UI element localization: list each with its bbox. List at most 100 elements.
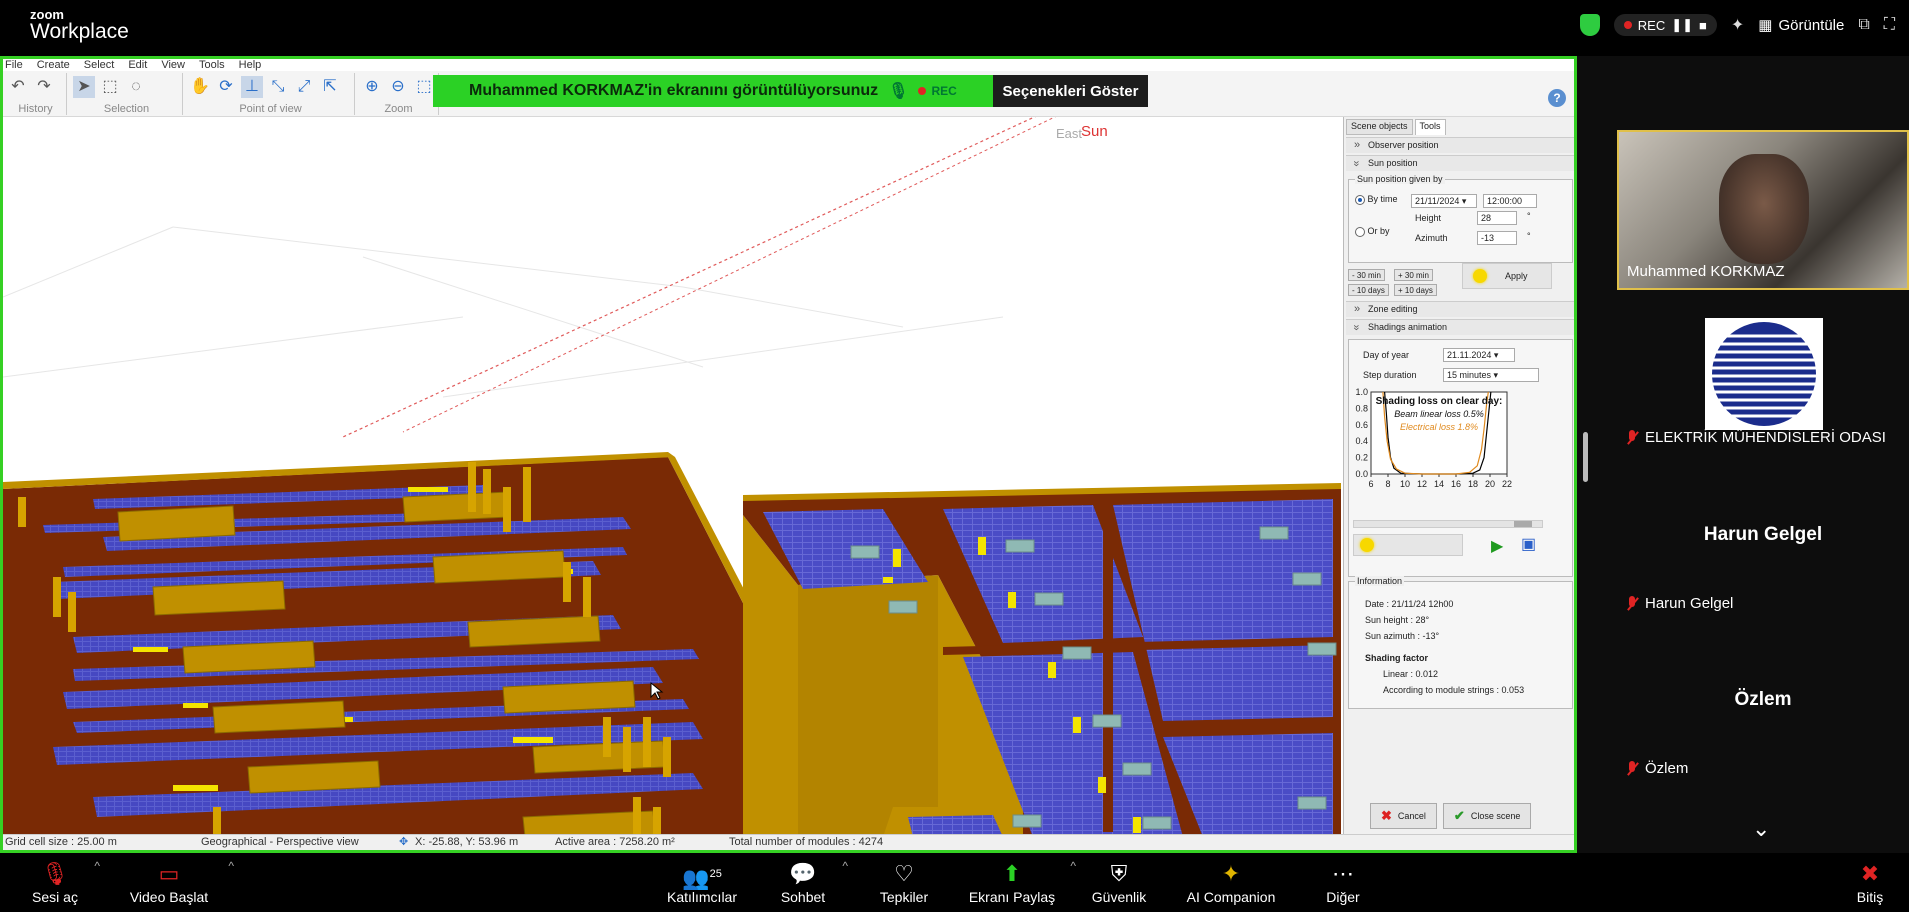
cancel-button[interactable]: ✖ Cancel [1370,803,1437,829]
rotate-icon[interactable]: ⟳ [215,76,237,98]
height-input[interactable]: 28 [1477,211,1517,225]
pause-icon[interactable]: ❚❚ [1671,17,1693,33]
participant-tile-harun[interactable]: Harun Gelgel Harun Gelgel [1617,470,1909,620]
rect-select-icon[interactable]: ⬚ [99,76,121,98]
chart-scroll-thumb[interactable] [1514,521,1532,527]
view-button[interactable]: ▦ Görüntüle [1758,16,1844,35]
ai-companion-button[interactable]: ✦ AI Companion [1182,859,1280,905]
sun-position-section[interactable]: Sun position [1346,155,1574,171]
observer-position-section[interactable]: Observer position [1346,137,1574,153]
date-input[interactable]: 21/11/2024 ▾ [1411,194,1477,208]
chevron-up-icon[interactable]: ^ [842,859,848,873]
tab-scene-objects[interactable]: Scene objects [1346,119,1413,135]
save-icon[interactable]: ▣ [1521,534,1536,554]
participants-label: Katılımcılar [666,889,737,905]
menu-create[interactable]: Create [37,59,70,71]
participants-button[interactable]: 👥25 Katılımcılar [664,859,740,905]
chevron-down-icon[interactable]: ⌄ [1752,816,1770,842]
participant-display-name: Özlem [1734,689,1792,710]
end-meeting-button[interactable]: ✖ Bitiş [1850,859,1890,905]
zoom-fit-icon[interactable]: ⬚ [413,76,435,98]
by-time-radio[interactable] [1355,194,1365,205]
view-z-icon[interactable]: ⇱ [319,76,341,98]
active-area-status: Active area : 7258.20 m² [555,836,675,848]
more-label: Diğer [1326,889,1360,905]
chart-y-tick-label: 0.2 [1355,453,1368,463]
chevron-up-icon[interactable]: ^ [94,859,100,873]
start-video-button[interactable]: ▭ Video Başlat ^ [124,859,234,905]
help-button[interactable]: ? [1548,89,1566,107]
chevron-up-icon[interactable]: ^ [228,859,234,873]
participants-scrollbar[interactable] [1583,432,1588,482]
chart-y-tick-label: 0.6 [1355,420,1368,430]
show-options-button[interactable]: Seçenekleri Göster [993,75,1148,107]
zone-editing-section[interactable]: Zone editing [1346,301,1574,317]
step-duration-select[interactable]: 15 minutes ▾ [1443,368,1539,382]
axes-icon[interactable]: ⊥ [241,76,263,98]
chat-button[interactable]: 💬 Sohbet ^ [778,859,848,905]
azimuth-input[interactable]: -13 [1477,231,1517,245]
pointer-icon[interactable]: ➤ [73,76,95,98]
screen-layout-icon[interactable]: ⧉ [1858,16,1869,34]
menu-tools[interactable]: Tools [199,59,225,71]
menu-help[interactable]: Help [239,59,262,71]
menu-edit[interactable]: Edit [128,59,147,71]
ai-companion-label: AI Companion [1186,889,1276,905]
minus-30-min-button[interactable]: - 30 min [1348,269,1385,281]
participant-name: Harun Gelgel [1625,595,1733,612]
view-x-icon[interactable]: ⤡ [267,76,289,98]
menu-view[interactable]: View [161,59,185,71]
unmute-button[interactable]: 🎙 Sesi aç ^ [30,859,100,905]
plus-10-days-button[interactable]: + 10 days [1394,284,1437,296]
view-y-icon[interactable]: ⤢ [293,76,315,98]
fullscreen-icon[interactable]: ⛶ [1884,16,1895,34]
chart-scrollbar[interactable] [1353,520,1543,528]
or-by-radio[interactable] [1355,226,1365,237]
linear-value: Linear : 0.012 [1383,669,1439,679]
chevron-up-icon[interactable]: ^ [1070,859,1076,873]
plus-30-min-button[interactable]: + 30 min [1394,269,1433,281]
close-scene-button[interactable]: ✔ Close scene [1442,803,1532,829]
recording-indicator[interactable]: REC ❚❚ ■ [1613,14,1717,36]
time-input[interactable]: 12:00:00 [1483,194,1537,208]
people-icon: 👥25 [682,865,722,891]
menu-select[interactable]: Select [84,59,115,71]
stop-icon[interactable]: ■ [1699,18,1707,33]
undo-icon[interactable]: ↶ [7,76,29,98]
3d-viewport[interactable]: East Sun [3,117,1341,837]
shadings-animation-section[interactable]: Shadings animation [1346,319,1574,335]
participant-tile-video[interactable]: Muhammed KORKMAZ [1617,130,1909,290]
play-icon[interactable]: ▶ [1491,536,1503,556]
encryption-shield-icon[interactable] [1579,14,1600,36]
tab-tools[interactable]: Tools [1414,119,1446,135]
security-button[interactable]: ⛨ Güvenlik [1088,859,1150,905]
animation-sun-slider[interactable] [1353,534,1463,556]
participant-tile-emo[interactable]: ELEKTRİK MÜHENDİSLERİ ODASI [1617,318,1909,478]
participant-name-text: Muhammed KORKMAZ [1627,263,1785,280]
pan-hand-icon[interactable]: ✋ [189,76,211,98]
chart-x-tick-label: 22 [1502,479,1512,489]
tools-panel: Scene objects Tools Observer position Su… [1343,117,1574,837]
menu-file[interactable]: File [5,59,23,71]
zoom-in-icon[interactable]: ⊕ [361,76,383,98]
or-by-option[interactable]: Or by [1355,226,1390,237]
redo-icon[interactable]: ↷ [33,76,55,98]
day-of-year-input[interactable]: 21.11.2024 ▾ [1443,348,1515,362]
more-button[interactable]: ⋯ Diğer [1320,859,1366,905]
coordinates-status: X: -25.88, Y: 53.96 m [415,836,519,848]
information-legend: Information [1355,576,1405,586]
reactions-button[interactable]: ♡ Tepkiler [876,859,932,905]
sparkle-icon: ✦ [1221,861,1241,886]
panel-tabs: Scene objects Tools [1344,119,1574,135]
ai-sparkle-icon[interactable]: ✦ [1731,15,1744,35]
participant-tile-ozlem[interactable]: Özlem Özlem [1617,635,1909,785]
day-of-year-value: 21.11.2024 [1447,350,1492,360]
apply-button[interactable]: Apply [1462,263,1552,289]
by-time-option[interactable]: By time [1355,194,1398,205]
sun-icon [1473,269,1487,283]
check-icon: ✔ [1453,808,1465,823]
zoom-out-icon[interactable]: ⊖ [387,76,409,98]
lasso-select-icon[interactable]: ◌ [125,76,147,98]
minus-10-days-button[interactable]: - 10 days [1348,284,1389,296]
share-screen-button[interactable]: ⬆ Ekranı Paylaş ^ [968,859,1076,905]
